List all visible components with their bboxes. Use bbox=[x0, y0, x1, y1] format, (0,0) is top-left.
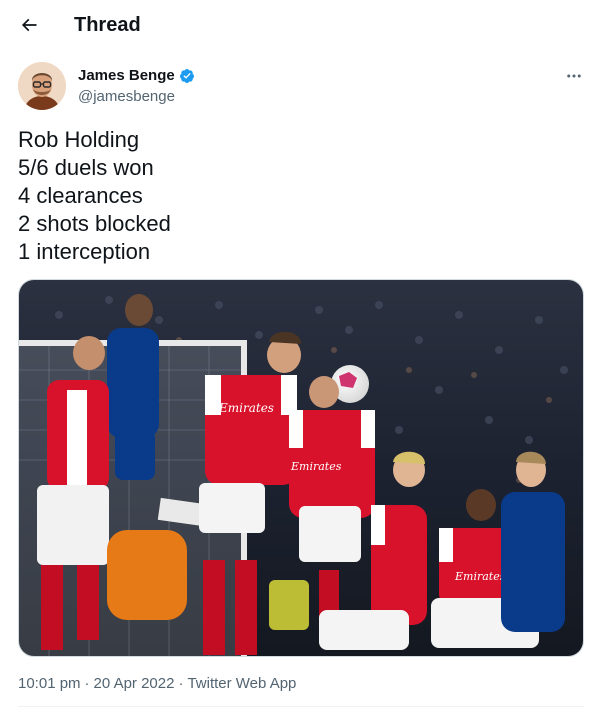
tweet-text-line: Rob Holding bbox=[18, 127, 140, 152]
svg-text:Emirates: Emirates bbox=[290, 460, 342, 473]
author-handle[interactable]: @jamesbenge bbox=[78, 88, 175, 106]
tweet-source: Twitter Web App bbox=[187, 675, 297, 692]
tweet-text-line: 2 shots blocked bbox=[18, 211, 171, 236]
meta-separator: · bbox=[84, 675, 90, 692]
tweet-text-line: 5/6 duels won bbox=[18, 155, 154, 180]
tweet-text-line: 4 clearances bbox=[18, 183, 143, 208]
tweet-date[interactable]: 20 Apr 2022 bbox=[94, 675, 175, 693]
avatar[interactable] bbox=[18, 62, 66, 110]
tweet-meta: 10:01 pm · 20 Apr 2022 · Twitter Web App bbox=[18, 675, 296, 693]
tweet-photo[interactable]: Emirates Emirates Emirates bbox=[18, 279, 584, 657]
more-horizontal-icon bbox=[567, 74, 581, 78]
divider bbox=[18, 706, 584, 707]
svg-text:Emirates: Emirates bbox=[218, 401, 274, 415]
back-button[interactable] bbox=[12, 8, 46, 42]
football-photo-illustration: Emirates Emirates Emirates bbox=[19, 280, 583, 656]
author-name[interactable]: James Benge bbox=[78, 67, 175, 85]
svg-text:Emirates: Emirates bbox=[454, 570, 506, 583]
verified-badge-icon bbox=[179, 69, 194, 83]
thread-header: Thread bbox=[0, 0, 602, 50]
tweet-time[interactable]: 10:01 pm bbox=[18, 675, 81, 693]
page-title: Thread bbox=[74, 14, 141, 36]
tweet-text-line: 1 interception bbox=[18, 239, 151, 264]
tweet-text: Rob Holding 5/6 duels won 4 clearances 2… bbox=[18, 126, 578, 266]
meta-separator: · bbox=[178, 675, 184, 692]
more-options-button[interactable] bbox=[560, 64, 588, 88]
arrow-left-icon bbox=[21, 18, 37, 32]
author-name-row[interactable]: James Benge bbox=[78, 67, 195, 85]
